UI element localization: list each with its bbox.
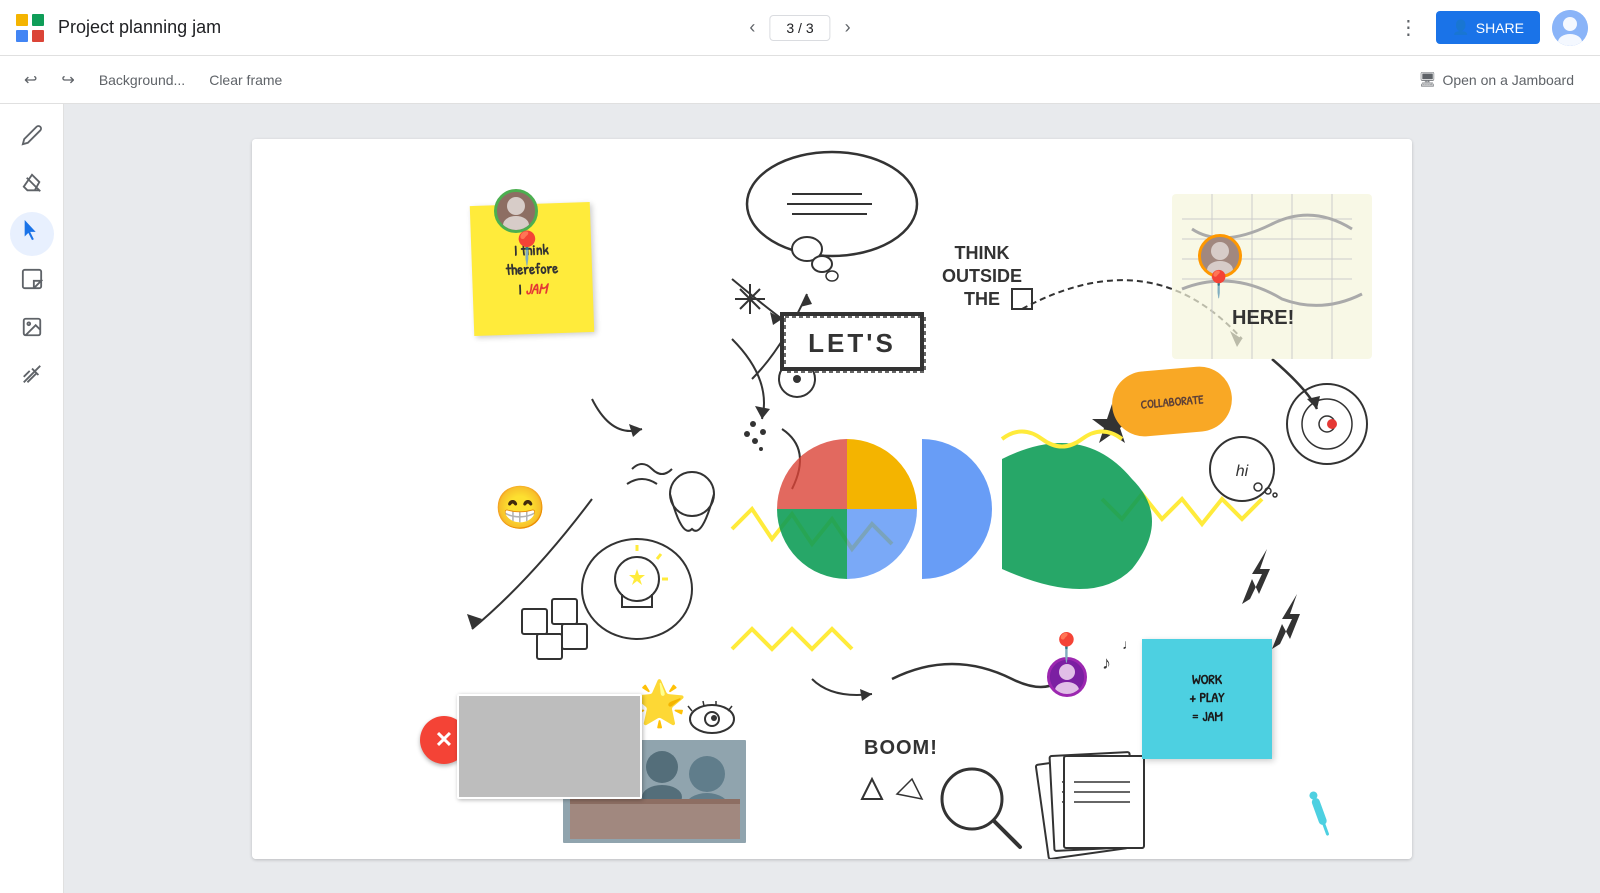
jamboard-monitor-icon: 🖥 bbox=[1419, 71, 1437, 88]
header: Project planning jam ‹ 3 / 3 › ⋮ 👤 SHARE bbox=[0, 0, 1600, 56]
share-label: SHARE bbox=[1476, 20, 1524, 36]
frame-navigation: ‹ 3 / 3 › bbox=[739, 11, 860, 44]
smiley-emoji: 😁 bbox=[494, 484, 546, 533]
svg-text:BOOM!: BOOM! bbox=[864, 737, 938, 759]
eraser-tool-button[interactable] bbox=[10, 164, 54, 208]
main-area: THINK OUTSIDE THE bbox=[0, 104, 1600, 893]
svg-text:♪: ♪ bbox=[1102, 653, 1111, 673]
redo-button[interactable]: ↪ bbox=[53, 64, 82, 96]
jam-frame: THINK OUTSIDE THE bbox=[252, 139, 1412, 859]
canvas-area[interactable]: THINK OUTSIDE THE bbox=[64, 104, 1600, 893]
location-pin-orange: 📍 bbox=[1203, 269, 1235, 300]
document-title: Project planning jam bbox=[58, 17, 221, 38]
laser-tool-button[interactable] bbox=[10, 356, 54, 400]
select-tool-button[interactable] bbox=[10, 212, 54, 256]
sticky-note-icon bbox=[21, 268, 43, 296]
left-toolbar bbox=[0, 104, 64, 893]
photo-element[interactable] bbox=[457, 694, 642, 799]
pen-tool-button[interactable] bbox=[10, 116, 54, 160]
open-jamboard-button[interactable]: 🖥 Open on a Jamboard bbox=[1409, 65, 1584, 94]
image-tool-button[interactable] bbox=[10, 308, 54, 352]
svg-text:hi: hi bbox=[1236, 463, 1249, 480]
svg-text:OUTSIDE: OUTSIDE bbox=[942, 266, 1022, 286]
user-avatar[interactable] bbox=[1552, 10, 1588, 46]
image-icon bbox=[21, 316, 43, 344]
sticky-note-cyan-text: WORK+ PLAY= JAM bbox=[1190, 671, 1225, 726]
eraser-icon bbox=[21, 172, 43, 200]
pen-icon bbox=[21, 124, 43, 152]
redo-icon: ↪ bbox=[61, 70, 74, 90]
header-actions: ⋮ 👤 SHARE bbox=[1392, 9, 1588, 46]
location-pin-green: 📍 bbox=[507, 229, 547, 267]
svg-text:HERE!: HERE! bbox=[1232, 307, 1294, 329]
clear-frame-button[interactable]: Clear frame bbox=[201, 66, 290, 94]
open-jamboard-label: Open on a Jamboard bbox=[1442, 72, 1574, 88]
prev-frame-button[interactable]: ‹ bbox=[739, 11, 765, 44]
user-avatar-frame-1 bbox=[494, 189, 538, 233]
background-button[interactable]: Background... bbox=[91, 66, 193, 94]
svg-text:♩: ♩ bbox=[1122, 636, 1136, 652]
toolbar-right: 🖥 Open on a Jamboard bbox=[1409, 65, 1584, 94]
undo-icon: ↩ bbox=[24, 70, 37, 90]
app-logo bbox=[12, 10, 48, 46]
page-indicator: 3 / 3 bbox=[769, 15, 830, 41]
svg-text:THE: THE bbox=[964, 289, 1000, 309]
sticky-note-tool-button[interactable] bbox=[10, 260, 54, 304]
svg-text:THINK: THINK bbox=[955, 243, 1010, 263]
svg-text:LET'S: LET'S bbox=[808, 328, 896, 358]
sticky-note-cyan[interactable]: WORK+ PLAY= JAM bbox=[1142, 639, 1272, 759]
location-pin-purple: 📍 bbox=[1049, 631, 1084, 664]
select-cursor-icon bbox=[21, 220, 43, 248]
share-button[interactable]: 👤 SHARE bbox=[1436, 11, 1540, 44]
laser-icon bbox=[21, 364, 43, 392]
next-frame-button[interactable]: › bbox=[835, 11, 861, 44]
more-options-button[interactable]: ⋮ bbox=[1392, 9, 1424, 46]
undo-button[interactable]: ↩ bbox=[16, 64, 45, 96]
share-icon: 👤 bbox=[1452, 19, 1469, 36]
toolbar: ↩ ↪ Background... Clear frame 🖥 Open on … bbox=[0, 56, 1600, 104]
collaborate-text: COLLABORATE bbox=[1140, 390, 1204, 412]
